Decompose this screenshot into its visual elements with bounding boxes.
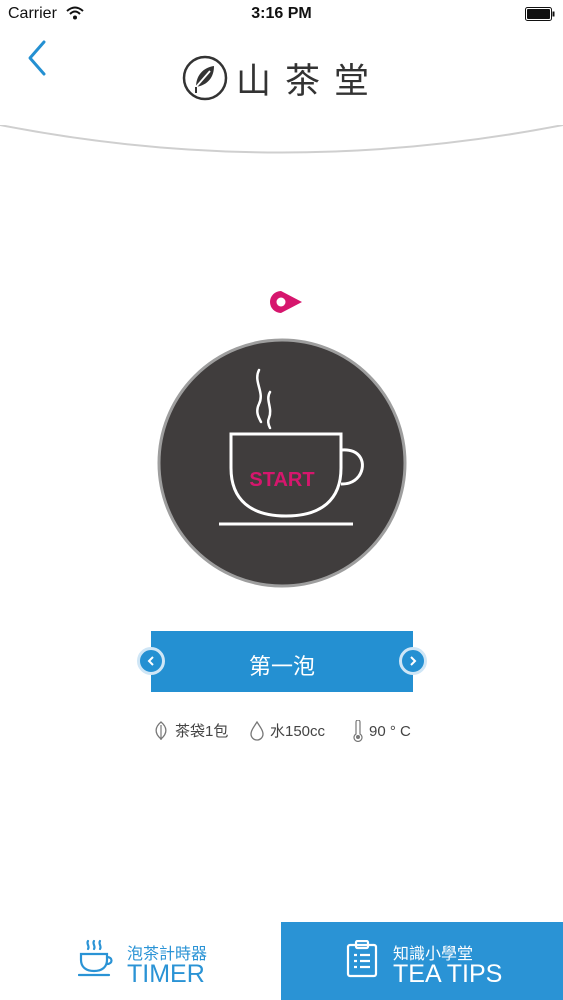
next-steep-button[interactable]: [399, 647, 427, 675]
status-bar: Carrier 3:16 PM: [0, 0, 563, 30]
info-teabag-text: 茶袋1包: [175, 723, 229, 740]
header-divider: [0, 125, 563, 154]
location-marker-icon: [270, 291, 302, 313]
chevron-right-icon: [410, 656, 417, 666]
info-water: 水150cc: [249, 720, 325, 741]
tab-tea-tips[interactable]: 知識小學堂 TEA TIPS: [281, 922, 563, 1000]
teacup-icon: [78, 939, 113, 977]
battery-icon: [525, 7, 555, 21]
logo-text: 山茶堂: [236, 61, 384, 102]
previous-steep-button[interactable]: [137, 647, 165, 675]
water-drop-icon: [250, 720, 264, 741]
start-button[interactable]: START: [152, 469, 412, 492]
clock-time: 3:16 PM: [251, 5, 312, 22]
steep-selector: 第一泡: [151, 631, 413, 692]
thermometer-icon: [353, 720, 363, 742]
chevron-left-icon: [147, 656, 154, 666]
brew-info: 茶袋1包 水150cc 90 ° C: [0, 720, 563, 744]
clipboard-icon: [346, 940, 378, 978]
timer-dial[interactable]: [157, 338, 407, 588]
tab-tips-label: TEA TIPS: [393, 960, 503, 988]
back-button[interactable]: [22, 38, 52, 78]
info-temperature-text: 90 ° C: [369, 722, 411, 740]
leaf-logo-icon: [182, 55, 228, 101]
info-temperature: 90 ° C: [352, 720, 411, 742]
steep-label: 第一泡: [248, 654, 315, 679]
app-logo: 山茶堂: [182, 52, 383, 104]
steep-timer: START: [152, 290, 412, 600]
header: 山茶堂: [0, 30, 563, 160]
tab-bar: 泡茶計時器 TIMER 知識小學堂 TEA TIPS: [0, 922, 563, 1000]
info-water-text: 水150cc: [270, 723, 326, 740]
leaf-icon: [155, 720, 167, 740]
tab-timer-label: TIMER: [127, 960, 205, 988]
info-teabag: 茶袋1包: [152, 720, 228, 741]
tab-timer[interactable]: 泡茶計時器 TIMER: [0, 922, 281, 1000]
